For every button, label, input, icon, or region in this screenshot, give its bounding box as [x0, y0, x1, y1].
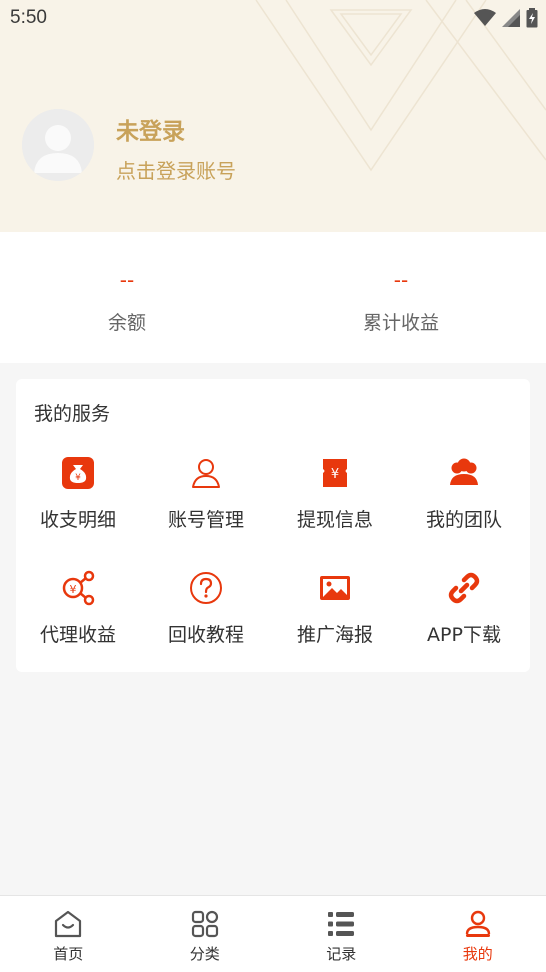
login-prompt[interactable]: 点击登录账号	[116, 155, 236, 184]
service-account-manage[interactable]: 账号管理	[142, 455, 270, 532]
svg-text:¥: ¥	[70, 583, 77, 596]
service-label: 账号管理	[167, 509, 244, 531]
bottom-tab-bar: 首页 分类 记录 我的	[0, 895, 546, 972]
service-label: APP下载	[427, 624, 501, 646]
service-my-team[interactable]: 我的团队	[400, 455, 528, 532]
service-label: 代理收益	[39, 624, 116, 646]
stats-panel: -- 余额 -- 累计收益	[0, 232, 546, 363]
svg-text:¥: ¥	[75, 473, 81, 483]
list-icon	[328, 912, 355, 936]
service-label: 收支明细	[39, 509, 116, 531]
question-circle-icon	[188, 570, 224, 606]
default-avatar-icon	[22, 109, 94, 181]
tab-records[interactable]: 记录	[273, 896, 410, 972]
service-label: 回收教程	[167, 624, 244, 646]
link-icon	[446, 570, 482, 606]
tab-mine[interactable]: 我的	[410, 896, 546, 972]
service-promo-poster[interactable]: 推广海报	[271, 570, 399, 647]
signal-icon	[502, 9, 520, 27]
tab-label: 记录	[326, 945, 357, 963]
battery-icon	[526, 8, 538, 28]
tab-home[interactable]: 首页	[0, 896, 137, 972]
user-outline-icon	[188, 455, 224, 491]
service-withdraw-info[interactable]: ¥ 提现信息	[271, 455, 399, 532]
service-income-expense[interactable]: ¥ 收支明细	[14, 455, 142, 532]
profile-icon	[465, 910, 490, 937]
grid-icon	[191, 910, 218, 938]
total-earnings-value: --	[393, 268, 409, 292]
balance-value: --	[119, 268, 135, 292]
balance-stat[interactable]: -- 余额	[27, 268, 227, 335]
service-label: 提现信息	[296, 509, 373, 531]
tab-category[interactable]: 分类	[137, 896, 274, 972]
user-name[interactable]: 未登录	[116, 112, 185, 146]
status-icons	[474, 8, 538, 28]
tab-label: 首页	[53, 945, 84, 963]
tab-label: 分类	[189, 945, 220, 963]
image-icon	[317, 570, 353, 606]
services-title: 我的服务	[34, 403, 111, 425]
svg-text:¥: ¥	[331, 467, 339, 482]
service-app-download[interactable]: APP下载	[400, 570, 528, 647]
yuan-ticket-icon: ¥	[317, 455, 353, 491]
profile-header: 5:50 未登录 点击登录账号	[0, 0, 546, 232]
service-agent-earnings[interactable]: ¥ 代理收益	[14, 570, 142, 647]
team-icon	[446, 455, 482, 491]
status-bar: 5:50	[0, 0, 546, 38]
status-time: 5:50	[10, 7, 47, 28]
total-earnings-label: 累计收益	[362, 312, 439, 334]
avatar[interactable]	[22, 109, 94, 181]
money-bag-icon: ¥	[60, 455, 96, 491]
balance-label: 余额	[107, 312, 146, 334]
tab-label: 我的	[462, 945, 493, 963]
service-label: 推广海报	[296, 624, 373, 646]
services-card: 我的服务 ¥ 收支明细 账号管理 ¥ 提现信息 我的团队 ¥ 代理收益 回收教程…	[16, 379, 530, 672]
share-yuan-icon: ¥	[60, 570, 96, 606]
service-label: 我的团队	[425, 509, 502, 531]
service-recycle-tutorial[interactable]: 回收教程	[142, 570, 270, 647]
total-earnings-stat[interactable]: -- 累计收益	[301, 268, 501, 335]
wifi-icon	[474, 9, 496, 26]
home-icon	[55, 910, 82, 938]
